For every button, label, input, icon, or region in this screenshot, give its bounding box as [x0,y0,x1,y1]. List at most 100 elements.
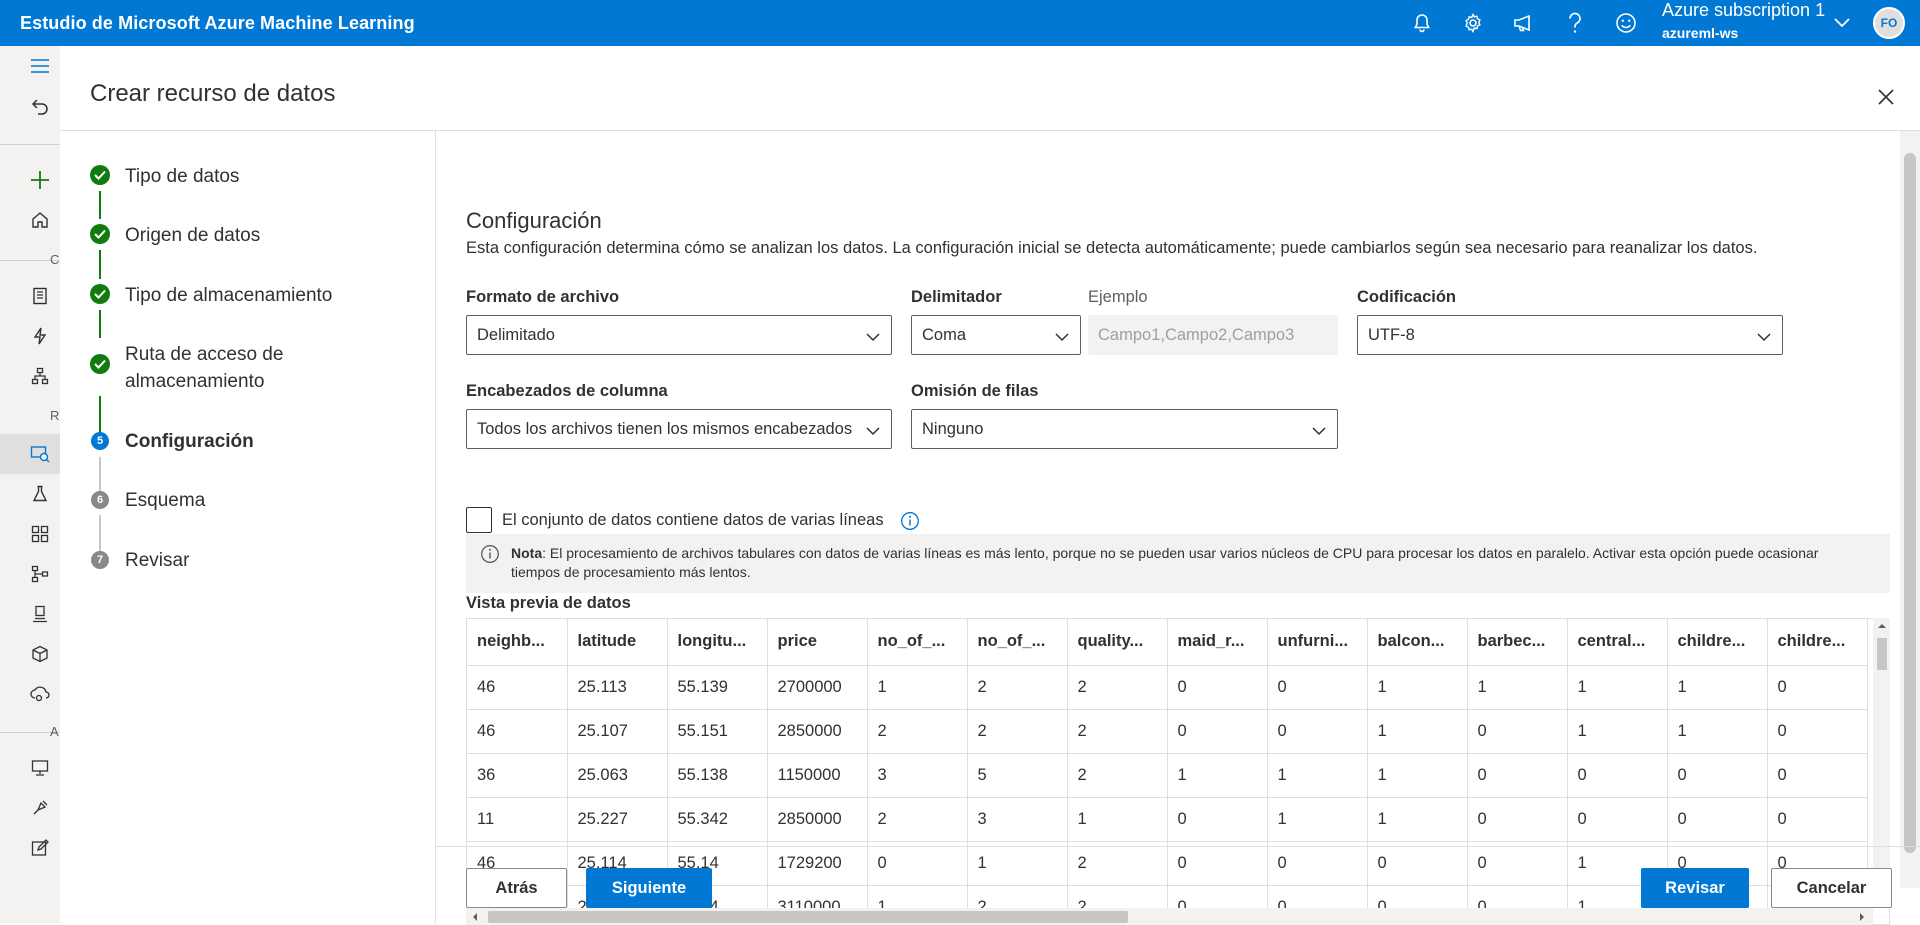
table-cell: 2850000 [767,797,868,842]
table-cell: 0 [1267,841,1368,886]
notebook-icon[interactable] [26,282,54,310]
step-connector [99,396,101,433]
column-header[interactable]: latitude [567,619,668,666]
table-cell: 2 [1067,665,1168,710]
scroll-thumb[interactable] [1877,638,1887,670]
create-data-asset-panel: Crear recurso de datos Tipo de datos Ori… [60,46,1920,925]
table-cell: 2 [967,665,1068,710]
table-cell: 25.107 [567,709,668,754]
compute-icon[interactable] [26,754,54,782]
plus-icon[interactable] [26,166,54,194]
cancel-button[interactable]: Cancelar [1771,868,1892,908]
step-label: Configuración [125,431,254,452]
check-icon [90,284,110,304]
column-header[interactable]: no_of_... [867,619,968,666]
left-rail: C R A [0,46,60,923]
models-icon[interactable] [26,640,54,668]
table-cell: 1 [1067,797,1168,842]
gear-icon[interactable] [1447,0,1498,46]
step-label: Ruta de acceso de almacenamiento [125,344,284,392]
pipelines-icon[interactable] [26,560,54,588]
column-header[interactable]: barbec... [1467,619,1568,666]
table-cell: 0 [867,841,968,886]
column-header[interactable]: unfurni... [1267,619,1368,666]
table-cell: 2850000 [767,709,868,754]
multiline-checkbox-label[interactable]: El conjunto de datos contiene datos de v… [502,511,884,530]
column-header[interactable]: price [767,619,868,666]
review-button[interactable]: Revisar [1641,868,1749,908]
delimiter-label: Delimitador [911,288,1002,306]
bell-icon[interactable] [1396,0,1447,46]
table-cell: 2 [967,709,1068,754]
environments-icon[interactable] [26,600,54,628]
components-icon[interactable] [26,520,54,548]
designer-icon[interactable] [26,362,54,390]
flask-icon[interactable] [26,480,54,508]
step-connector [99,191,101,219]
column-header[interactable]: maid_r... [1167,619,1268,666]
scroll-thumb[interactable] [1904,153,1916,853]
check-icon [90,224,110,244]
file-format-dropdown[interactable]: Delimitado [466,315,892,355]
automl-icon[interactable] [26,322,54,350]
column-header[interactable]: central... [1567,619,1668,666]
table-cell: 0 [1767,797,1868,842]
encoding-dropdown[interactable]: UTF-8 [1357,315,1783,355]
table-cell: 2700000 [767,665,868,710]
column-header[interactable]: childre... [1667,619,1768,666]
next-button[interactable]: Siguiente [586,868,712,908]
column-header[interactable]: longitu... [667,619,768,666]
column-header[interactable]: no_of_... [967,619,1068,666]
data-preview-label: Vista previa de datos [466,594,631,612]
app-title[interactable]: Estudio de Microsoft Azure Machine Learn… [20,13,415,34]
table-cell: 0 [1567,797,1668,842]
smiley-icon[interactable] [1600,0,1651,46]
multiline-checkbox[interactable] [466,507,492,533]
close-icon[interactable] [1875,86,1897,108]
endpoints-icon[interactable] [26,680,54,708]
column-header[interactable]: balcon... [1367,619,1468,666]
table-cell: 1150000 [767,753,868,798]
table-cell: 2 [1067,709,1168,754]
subscription-name: Azure subscription 1 [1662,0,1826,20]
delimiter-dropdown[interactable]: Coma [911,315,1081,355]
table-cell: 1 [1267,797,1368,842]
table-cell: 1729200 [767,841,868,886]
undo-icon[interactable] [26,92,54,120]
panel-vertical-scrollbar[interactable] [1900,131,1920,888]
table-horizontal-scrollbar[interactable] [466,908,1873,925]
step-connector [99,310,101,338]
skip-rows-dropdown[interactable]: Ninguno [911,409,1338,449]
data-icon[interactable] [26,440,54,468]
labeling-icon[interactable] [26,834,54,862]
table-vertical-scrollbar[interactable] [1873,618,1890,901]
table-cell: 1 [1367,665,1468,710]
column-header[interactable]: childre... [1767,619,1868,666]
step-label: Tipo de datos [125,166,240,187]
help-icon[interactable] [1549,0,1600,46]
column-header[interactable]: neighb... [467,619,568,666]
avatar[interactable]: FO [1873,7,1905,39]
column-headers-dropdown[interactable]: Todos los archivos tienen los mismos enc… [466,409,892,449]
home-icon[interactable] [26,206,54,234]
table-cell: 0 [1167,709,1268,754]
table-cell: 0 [1467,797,1568,842]
datastore-icon[interactable] [26,794,54,822]
rail-section-letter: C [50,252,60,267]
note-text: Nota: El procesamiento de archivos tabul… [511,545,1819,580]
step-number: 6 [91,491,109,509]
table-cell: 1 [1367,753,1468,798]
megaphone-icon[interactable] [1498,0,1549,46]
chevron-down-icon[interactable] [1832,10,1852,39]
column-header[interactable]: quality... [1067,619,1168,666]
back-button[interactable]: Atrás [466,868,567,908]
table-cell: 0 [1367,841,1468,886]
table-cell: 0 [1667,797,1768,842]
info-icon[interactable] [900,511,920,536]
scroll-thumb[interactable] [488,911,1128,923]
table-cell: 0 [1467,753,1568,798]
hamburger-icon[interactable] [26,52,54,80]
table-cell: 1 [1667,665,1768,710]
table-cell: 1 [1167,753,1268,798]
chevron-down-icon [865,423,881,442]
